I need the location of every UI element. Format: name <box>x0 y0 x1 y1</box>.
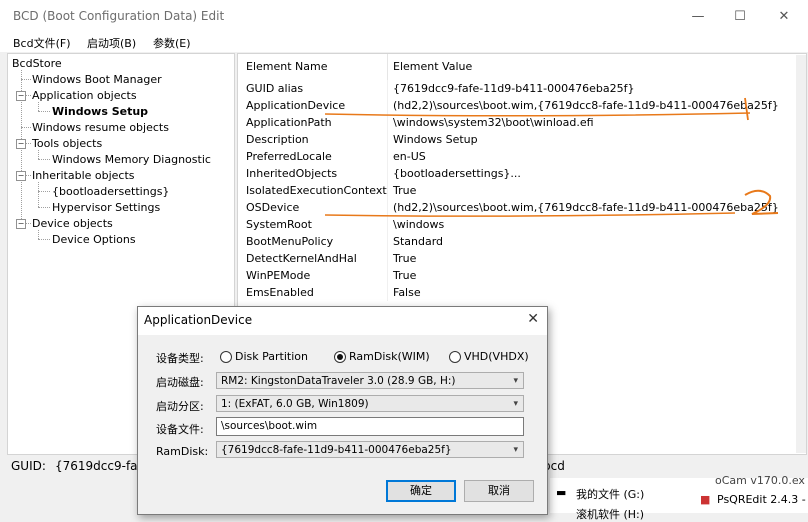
radio-vhd[interactable] <box>449 351 461 363</box>
chevron-down-icon: ▾ <box>513 445 518 455</box>
boot-disk-select[interactable]: RM2: KingstonDataTraveler 3.0 (28.9 GB, … <box>216 372 524 389</box>
device-file-label: 设备文件: <box>156 423 204 436</box>
chevron-down-icon: ▾ <box>513 376 518 386</box>
radio-disk-partition-label[interactable]: Disk Partition <box>235 350 308 363</box>
annotation-underline-1 <box>324 112 751 117</box>
radio-ramdisk-wim-label[interactable]: RamDisk(WIM) <box>349 350 430 363</box>
boot-partition-select[interactable]: 1: (ExFAT, 6.0 GB, Win1809) ▾ <box>216 395 524 412</box>
ok-button[interactable]: 确定 <box>386 480 456 502</box>
dialog-title-bar: ApplicationDevice ✕ <box>138 307 547 335</box>
device-file-value: \sources\boot.wim <box>221 420 318 432</box>
radio-disk-partition[interactable] <box>220 351 232 363</box>
dialog-title: ApplicationDevice <box>144 313 253 327</box>
boot-partition-value: 1: (ExFAT, 6.0 GB, Win1809) <box>221 398 369 410</box>
device-type-label: 设备类型: <box>156 352 204 365</box>
application-device-dialog: ApplicationDevice ✕ 设备类型: Disk Partition… <box>137 306 548 515</box>
ramdisk-select[interactable]: {7619dcc8-fafe-11d9-b411-000476eba25f} ▾ <box>216 441 524 458</box>
ramdisk-value: {7619dcc8-fafe-11d9-b411-000476eba25f} <box>221 444 452 456</box>
annotation-mark-2 <box>744 189 779 215</box>
cancel-button[interactable]: 取消 <box>464 480 534 502</box>
boot-partition-label: 启动分区: <box>156 400 204 413</box>
device-file-input[interactable]: \sources\boot.wim <box>216 417 524 436</box>
annotation-mark-1 <box>744 97 749 121</box>
boot-disk-label: 启动磁盘: <box>156 376 204 389</box>
radio-vhd-label[interactable]: VHD(VHDX) <box>464 350 529 363</box>
radio-ramdisk-wim[interactable] <box>334 351 346 363</box>
boot-disk-value: RM2: KingstonDataTraveler 3.0 (28.9 GB, … <box>221 375 456 387</box>
chevron-down-icon: ▾ <box>513 399 518 409</box>
annotation-underline-2 <box>324 212 736 217</box>
ramdisk-label: RamDisk: <box>156 445 209 458</box>
dialog-close-icon[interactable]: ✕ <box>527 311 539 327</box>
